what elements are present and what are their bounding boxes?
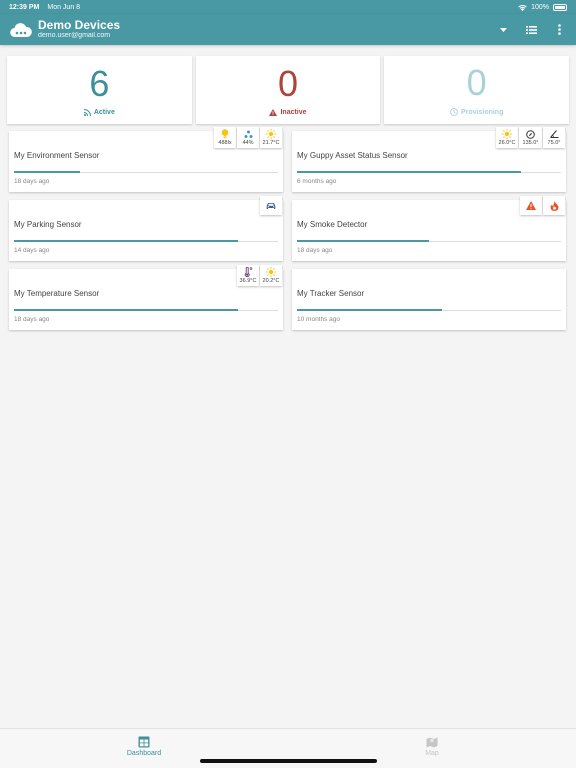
reading-chip: 488lx (214, 127, 236, 148)
last-seen: 18 days ago (14, 178, 50, 185)
device-card[interactable]: My Tracker Sensor 10 months ago (292, 269, 566, 330)
device-name: My Smoke Detector (297, 220, 368, 229)
fire-icon (549, 200, 559, 211)
more-vertical-icon (557, 24, 561, 35)
reading-chip (260, 196, 282, 215)
active-stat-card[interactable]: 6 Active (7, 56, 192, 124)
sun-icon (502, 129, 512, 139)
map-icon (426, 737, 438, 748)
reading-chips: 26.0°C 135.0° 75.0° (496, 127, 565, 148)
signal-bar-fill (297, 309, 443, 311)
reading-chip: 20.2°C (260, 265, 282, 286)
last-seen: 14 days ago (14, 247, 50, 254)
reading-chip: 44% (237, 127, 259, 148)
provisioning-count: 0 (466, 62, 487, 103)
app-header: Demo Devices demo.user@gmail.com (0, 14, 576, 45)
battery-percent: 100% (531, 3, 549, 11)
last-seen: 18 days ago (297, 247, 333, 254)
car-icon (266, 201, 276, 211)
reading-chips (260, 196, 282, 215)
inactive-stat-card[interactable]: 0 Inactive (195, 56, 381, 124)
app-title: Demo Devices (38, 18, 121, 33)
status-summary: 6 Active 0 Inactive 0 Provisioning (7, 56, 570, 124)
dashboard-icon (138, 736, 150, 748)
last-seen: 18 days ago (14, 316, 50, 323)
reading-chip: 21.7°C (260, 127, 282, 148)
device-name: My Parking Sensor (14, 220, 82, 229)
reading-chips: 36.9°C 20.2°C (237, 265, 282, 286)
active-count: 6 (89, 62, 110, 104)
signal-bar-fill (297, 171, 522, 173)
last-seen: 6 months ago (297, 178, 337, 185)
wifi-icon (518, 4, 527, 11)
user-email: demo.user@gmail.com (38, 32, 111, 40)
reading-chip: 26.0°C (496, 127, 518, 148)
warning-icon (269, 108, 278, 116)
signal-bar (297, 171, 561, 173)
signal-bar (14, 309, 278, 311)
warning-icon (526, 201, 536, 211)
reading-chip: 36.9°C (237, 265, 259, 286)
battery-icon (553, 3, 567, 11)
sun-icon (266, 267, 276, 277)
signal-bar-fill (14, 171, 80, 173)
device-name: My Temperature Sensor (14, 289, 100, 298)
device-name: My Guppy Asset Status Sensor (297, 151, 408, 160)
status-time: 12:39 PM (9, 3, 40, 11)
thermometer-icon (243, 267, 253, 277)
device-card[interactable]: 36.9°C 20.2°C My Temperature Sensor 18 d… (9, 265, 283, 330)
reading-chip (543, 196, 565, 215)
tab-dashboard-label: Dashboard (126, 750, 162, 757)
sun-icon (266, 129, 276, 139)
last-seen: 10 months ago (297, 316, 341, 323)
inactive-label: Inactive (280, 108, 307, 116)
device-card[interactable]: My Parking Sensor 14 days ago (9, 196, 283, 261)
rss-icon (83, 108, 91, 116)
status-date: Mon Jun 8 (47, 3, 81, 11)
device-name: My Tracker Sensor (297, 289, 365, 298)
reading-chip (520, 196, 542, 215)
compass-icon (526, 129, 536, 139)
angle-icon (549, 129, 559, 139)
list-icon (525, 25, 537, 34)
cloud-logo-icon (10, 22, 32, 37)
humidity-icon (243, 129, 253, 139)
reading-chips (520, 196, 565, 215)
device-grid: 488lx 44% 21.7°C My Environment Sensor 1… (9, 127, 567, 330)
reading-chip: 135.0° (519, 127, 542, 148)
signal-bar (297, 240, 561, 242)
signal-bar (297, 309, 561, 311)
reading-chips: 488lx 44% 21.7°C (214, 127, 282, 148)
device-card[interactable]: 488lx 44% 21.7°C My Environment Sensor 1… (9, 127, 283, 192)
provisioning-label: Provisioning (460, 108, 504, 116)
clock-icon (450, 108, 458, 116)
lightbulb-icon (220, 129, 230, 139)
device-card[interactable]: My Smoke Detector 18 days ago (292, 196, 566, 261)
signal-bar-fill (297, 240, 429, 242)
account-dropdown-button[interactable] (496, 23, 510, 37)
signal-bar-fill (14, 309, 239, 311)
tab-map-label: Map (425, 750, 439, 757)
status-bar: 12:39 PM Mon Jun 8 100% (0, 0, 576, 14)
device-card[interactable]: 26.0°C 135.0° 75.0° My Guppy Asset Statu… (292, 127, 566, 192)
list-view-button[interactable] (524, 23, 538, 37)
home-indicator (200, 759, 377, 763)
provisioning-stat-card[interactable]: 0 Provisioning (384, 56, 570, 124)
caret-down-icon (499, 27, 507, 32)
active-label: Active (93, 108, 115, 116)
signal-bar-fill (14, 240, 239, 242)
more-options-button[interactable] (552, 23, 566, 37)
signal-bar (14, 240, 278, 242)
reading-chip: 75.0° (543, 127, 565, 148)
device-name: My Environment Sensor (14, 151, 100, 160)
inactive-count: 0 (277, 62, 299, 104)
signal-bar (14, 171, 278, 173)
